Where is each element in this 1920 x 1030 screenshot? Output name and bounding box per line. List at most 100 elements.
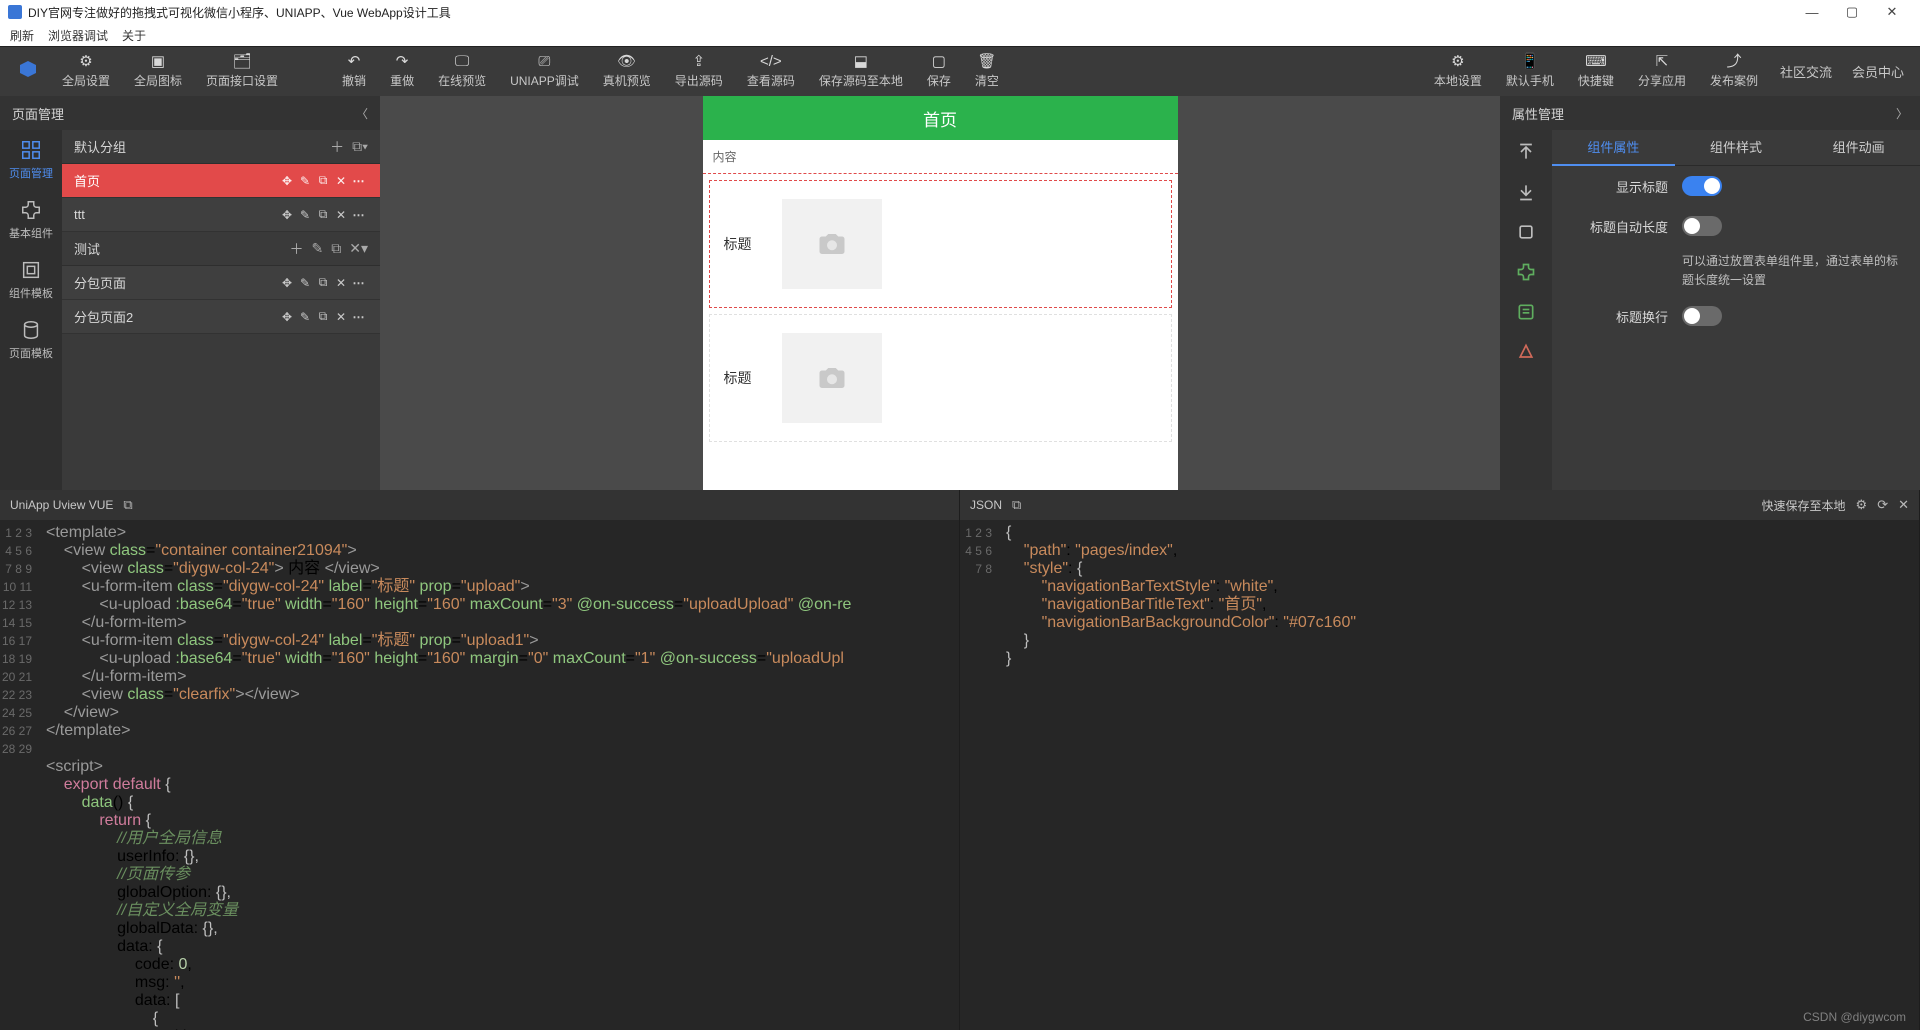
page-group[interactable]: 测试 ＋ ✎ ⧉ ✕▾ xyxy=(62,232,380,266)
nav-pages[interactable]: 页面管理 xyxy=(0,130,62,190)
code-pane-right: JSON ⧉ 快速保存至本地 ⚙ ⟳ ✕ 1 2 3 4 5 6 7 8 { "… xyxy=(960,490,1920,1030)
copy-json-icon[interactable]: ⧉ xyxy=(1012,497,1021,513)
more-icon[interactable]: ⋯ xyxy=(350,208,368,222)
close-icon[interactable]: ✕ xyxy=(332,208,350,222)
canvas-area[interactable]: 首页 内容 标题 标题 xyxy=(380,96,1500,490)
preview-navbar: 首页 xyxy=(703,96,1178,140)
preview-section-label: 内容 xyxy=(703,140,1178,174)
right-content: 组件属性 组件样式 组件动画 显示标题 标题自动长度 可以通过放置表单组件里，通… xyxy=(1552,130,1920,490)
nav-page-tpl[interactable]: 页面模板 xyxy=(0,310,62,370)
redo-button[interactable]: ↷重做 xyxy=(378,47,426,97)
move-icon[interactable]: ✥ xyxy=(278,174,296,188)
copy-code-icon[interactable]: ⧉ xyxy=(123,497,132,513)
nav-components[interactable]: 基本组件 xyxy=(0,190,62,250)
upload-slot[interactable] xyxy=(782,333,882,423)
menu-about[interactable]: 关于 xyxy=(122,27,146,44)
move-icon[interactable]: ✥ xyxy=(278,310,296,324)
online-preview-button[interactable]: 🖵在线预览 xyxy=(426,47,498,97)
form-item-label: 标题 xyxy=(724,234,752,254)
page-item[interactable]: 分包页面 ✥ ✎ ⧉ ✕ ⋯ xyxy=(62,266,380,300)
move-icon[interactable]: ✥ xyxy=(278,208,296,222)
form-item[interactable]: 标题 xyxy=(709,314,1172,442)
page-item[interactable]: ttt ✥ ✎ ⧉ ✕ ⋯ xyxy=(62,198,380,232)
puzzle-icon[interactable] xyxy=(1516,262,1536,282)
move-icon[interactable]: ✥ xyxy=(278,276,296,290)
copy-icon[interactable]: ⧉ xyxy=(314,275,332,290)
copy-icon[interactable]: ⧉ xyxy=(314,309,332,324)
global-settings-button[interactable]: ⚙全局设置 xyxy=(50,47,122,97)
layers-icon[interactable] xyxy=(1516,222,1536,242)
member-center-link[interactable]: 会员中心 xyxy=(1842,62,1914,81)
view-source-button[interactable]: </>查看源码 xyxy=(735,47,807,97)
tab-props[interactable]: 组件属性 xyxy=(1552,130,1675,166)
logo-button[interactable] xyxy=(6,47,50,97)
left-sidenav: 页面管理 基本组件 组件模板 页面模板 xyxy=(0,130,62,490)
edit-icon[interactable]: ✎ xyxy=(296,310,314,324)
settings-icon[interactable]: ⚙ xyxy=(1856,497,1868,513)
tab-style[interactable]: 组件样式 xyxy=(1675,130,1798,166)
publish-case-button[interactable]: ⤴发布案例 xyxy=(1698,47,1770,97)
copy-group-icon[interactable]: ⧉ xyxy=(331,240,341,257)
copy-icon[interactable]: ⧉ xyxy=(314,173,332,188)
collapse-left-icon[interactable]: 〈 xyxy=(356,105,368,122)
more-icon[interactable]: ⋯ xyxy=(350,310,368,324)
page-group[interactable]: 默认分组 ＋ ⧉▾ xyxy=(62,130,380,164)
page-item[interactable]: 首页 ✥ ✎ ⧉ ✕ ⋯ xyxy=(62,164,380,198)
clear-button[interactable]: 🗑清空 xyxy=(963,47,1011,97)
window-minimize-button[interactable]: — xyxy=(1792,5,1832,20)
form-item[interactable]: 标题 xyxy=(709,180,1172,308)
list-icon[interactable] xyxy=(1516,302,1536,322)
undo-button[interactable]: ↶撤销 xyxy=(330,47,378,97)
copy-icon[interactable]: ⧉ xyxy=(314,207,332,222)
save-local-button[interactable]: ⬓保存源码至本地 xyxy=(807,47,915,97)
field-auto-length: 标题自动长度 xyxy=(1552,206,1920,246)
menu-refresh[interactable]: 刷新 xyxy=(10,27,34,44)
page-item[interactable]: 分包页面2 ✥ ✎ ⧉ ✕ ⋯ xyxy=(62,300,380,334)
save-button[interactable]: ▢保存 xyxy=(915,47,963,97)
shortcuts-button[interactable]: ⌨快捷键 xyxy=(1566,47,1626,97)
menu-browser-debug[interactable]: 浏览器调试 xyxy=(48,27,108,44)
edit-icon[interactable]: ✎ xyxy=(296,208,314,222)
close-icon[interactable]: ✕ xyxy=(332,174,350,188)
tab-anim[interactable]: 组件动画 xyxy=(1797,130,1920,166)
uniapp-debug-button[interactable]: ⎚UNIAPP调试 xyxy=(498,47,591,97)
quick-save-label[interactable]: 快速保存至本地 xyxy=(1762,497,1846,514)
share-app-button[interactable]: ⇱分享应用 xyxy=(1626,47,1698,97)
community-link[interactable]: 社区交流 xyxy=(1770,62,1842,81)
download-icon[interactable] xyxy=(1516,182,1536,202)
code-panels: UniApp Uview VUE ⧉ 1 2 3 4 5 6 7 8 9 10 … xyxy=(0,490,1920,1030)
code-editor-right[interactable]: 1 2 3 4 5 6 7 8 { "path": "pages/index",… xyxy=(960,520,1919,1030)
delete-group-icon[interactable]: ✕▾ xyxy=(349,240,368,257)
more-icon[interactable]: ⋯ xyxy=(350,276,368,290)
toggle-show-title[interactable] xyxy=(1682,176,1722,196)
device-preview-button[interactable]: 👁真机预览 xyxy=(591,47,663,97)
toggle-auto-length[interactable] xyxy=(1682,216,1722,236)
more-icon[interactable]: ⋯ xyxy=(350,174,368,188)
local-settings-button[interactable]: ⚙本地设置 xyxy=(1422,47,1494,97)
edit-icon[interactable]: ✎ xyxy=(296,276,314,290)
global-icons-button[interactable]: ▣全局图标 xyxy=(122,47,194,97)
upload-slot[interactable] xyxy=(782,199,882,289)
move-up-icon[interactable] xyxy=(1516,142,1536,162)
refresh-icon[interactable]: ⟳ xyxy=(1877,497,1888,513)
add-page-icon[interactable]: ＋ xyxy=(330,137,344,157)
toggle-title-wrap[interactable] xyxy=(1682,306,1722,326)
close-panel-icon[interactable]: ✕ xyxy=(1898,497,1909,513)
phone-preview[interactable]: 首页 内容 标题 标题 xyxy=(703,96,1178,490)
page-api-settings-button[interactable]: 🗂页面接口设置 xyxy=(194,47,290,97)
edit-group-icon[interactable]: ✎ xyxy=(312,240,324,257)
form-item-label: 标题 xyxy=(724,368,752,388)
export-source-button[interactable]: ⇪导出源码 xyxy=(663,47,735,97)
close-icon[interactable]: ✕ xyxy=(332,276,350,290)
collapse-right-icon[interactable]: 〉 xyxy=(1896,105,1908,122)
close-icon[interactable]: ✕ xyxy=(332,310,350,324)
window-close-button[interactable]: ✕ xyxy=(1872,4,1912,20)
default-phone-button[interactable]: 📱默认手机 xyxy=(1494,47,1566,97)
add-page-icon[interactable]: ＋ xyxy=(290,239,304,259)
warning-icon[interactable] xyxy=(1516,342,1536,362)
window-maximize-button[interactable]: ▢ xyxy=(1832,4,1872,20)
nav-comp-tpl[interactable]: 组件模板 xyxy=(0,250,62,310)
group-menu-icon[interactable]: ⧉▾ xyxy=(352,138,368,155)
edit-icon[interactable]: ✎ xyxy=(296,174,314,188)
code-editor-left[interactable]: 1 2 3 4 5 6 7 8 9 10 11 12 13 14 15 16 1… xyxy=(0,520,959,1030)
